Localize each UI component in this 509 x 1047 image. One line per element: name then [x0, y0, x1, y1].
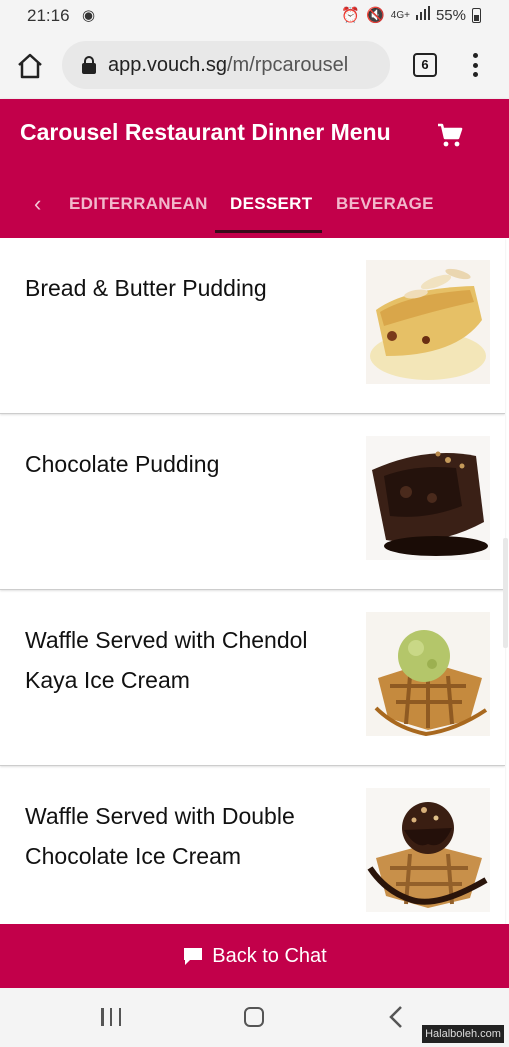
bread-butter-pudding-photo	[366, 260, 490, 384]
tab-beverage[interactable]: BEVERAGE	[336, 194, 434, 214]
shopping-cart-icon[interactable]	[436, 121, 464, 149]
mute-icon: 🔇	[366, 7, 385, 24]
waffle-chocolate-photo	[366, 788, 490, 912]
menu-item[interactable]: Chocolate Pudding	[0, 414, 505, 590]
menu-item-name: Chocolate Pudding	[25, 451, 220, 477]
category-tabs: ‹ EDITERRANEAN DESSERT BEVERAGE	[0, 179, 509, 238]
battery-percent: 55%	[435, 6, 466, 24]
home-icon[interactable]	[14, 50, 46, 82]
alarm-icon: ⏰	[341, 7, 361, 24]
chevron-left-icon[interactable]: ‹	[34, 191, 41, 217]
menu-item-name: Waffle Served with Chendol Kaya Ice Crea…	[25, 627, 308, 693]
signal-icon	[415, 6, 430, 24]
chat-bubble-icon	[182, 945, 204, 967]
active-tab-indicator	[215, 230, 322, 233]
menu-item[interactable]: Waffle Served with Double Chocolate Ice …	[0, 766, 505, 924]
menu-item[interactable]: Waffle Served with Chendol Kaya Ice Crea…	[0, 590, 505, 766]
scrollbar[interactable]	[503, 538, 508, 648]
app-header: Carousel Restaurant Dinner Menu ‹ EDITER…	[0, 99, 509, 238]
status-bar: 21:16 ◉ ⏰ 🔇 4G+ 55%	[0, 0, 509, 33]
menu-list: Bread & Butter Pudding Chocolate Pudding	[0, 238, 509, 924]
battery-icon	[472, 7, 481, 23]
browser-toolbar: app.vouch.sg/m/rpcarousel 6	[0, 33, 509, 99]
network-type: 4G+	[390, 9, 410, 21]
status-icons: ⏰ 🔇 4G+ 55%	[341, 6, 481, 24]
back-to-chat-button[interactable]: Back to Chat	[0, 924, 509, 988]
url-text[interactable]: app.vouch.sg/m/rpcarousel	[108, 54, 348, 77]
waffle-chendol-photo	[366, 612, 490, 737]
chocolate-pudding-photo	[366, 436, 490, 560]
back-to-chat-label: Back to Chat	[212, 944, 327, 967]
home-nav-icon[interactable]	[244, 1007, 264, 1027]
menu-item-name: Waffle Served with Double Chocolate Ice …	[25, 803, 295, 869]
page-title: Carousel Restaurant Dinner Menu	[20, 119, 391, 145]
recent-apps-icon[interactable]	[101, 1008, 121, 1026]
camera-icon: ◉	[82, 7, 96, 24]
tab-mediterranean[interactable]: EDITERRANEAN	[69, 194, 208, 214]
status-time: 21:16	[27, 6, 70, 25]
more-options-icon[interactable]	[465, 50, 485, 80]
menu-item-name: Bread & Butter Pudding	[25, 275, 267, 301]
watermark: Halalboleh.com	[422, 1025, 504, 1043]
back-nav-icon[interactable]	[388, 1005, 404, 1029]
lock-icon	[82, 56, 96, 74]
tab-dessert[interactable]: DESSERT	[230, 194, 312, 214]
address-bar[interactable]: app.vouch.sg/m/rpcarousel	[62, 41, 390, 89]
menu-item[interactable]: Bread & Butter Pudding	[0, 238, 505, 414]
tab-switcher-button[interactable]: 6	[413, 53, 437, 77]
